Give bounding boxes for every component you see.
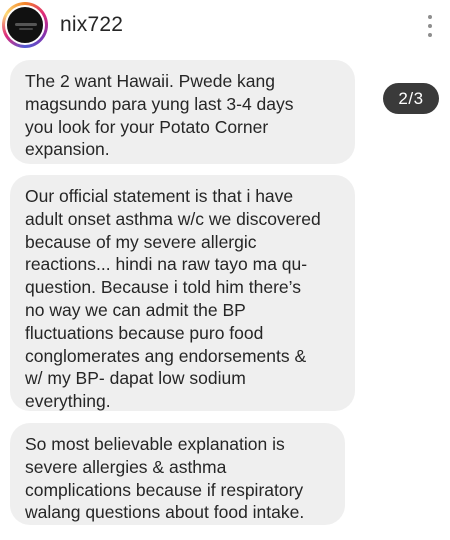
story-header: nix722 [0, 0, 450, 56]
more-options-dot [428, 33, 432, 37]
message-bubble-2: Our official statement is that i have ad… [10, 175, 355, 411]
story-screen: nix722 2/3 The 2 want Hawaii. Pwede kang… [0, 0, 450, 540]
message-bubble-1: The 2 want Hawaii. Pwede kang magsundo p… [10, 60, 355, 164]
message-bubble-3: So most believable explanation is severe… [10, 423, 345, 525]
avatar-logo-mark [15, 23, 37, 26]
media-counter-badge: 2/3 [383, 83, 439, 114]
more-options-dot [428, 15, 432, 19]
more-options-icon[interactable] [420, 14, 440, 40]
username[interactable]: nix722 [60, 13, 123, 37]
avatar-logo-mark-2 [19, 28, 33, 30]
more-options-dot [428, 24, 432, 28]
avatar[interactable] [2, 2, 48, 48]
avatar-image [5, 5, 45, 45]
